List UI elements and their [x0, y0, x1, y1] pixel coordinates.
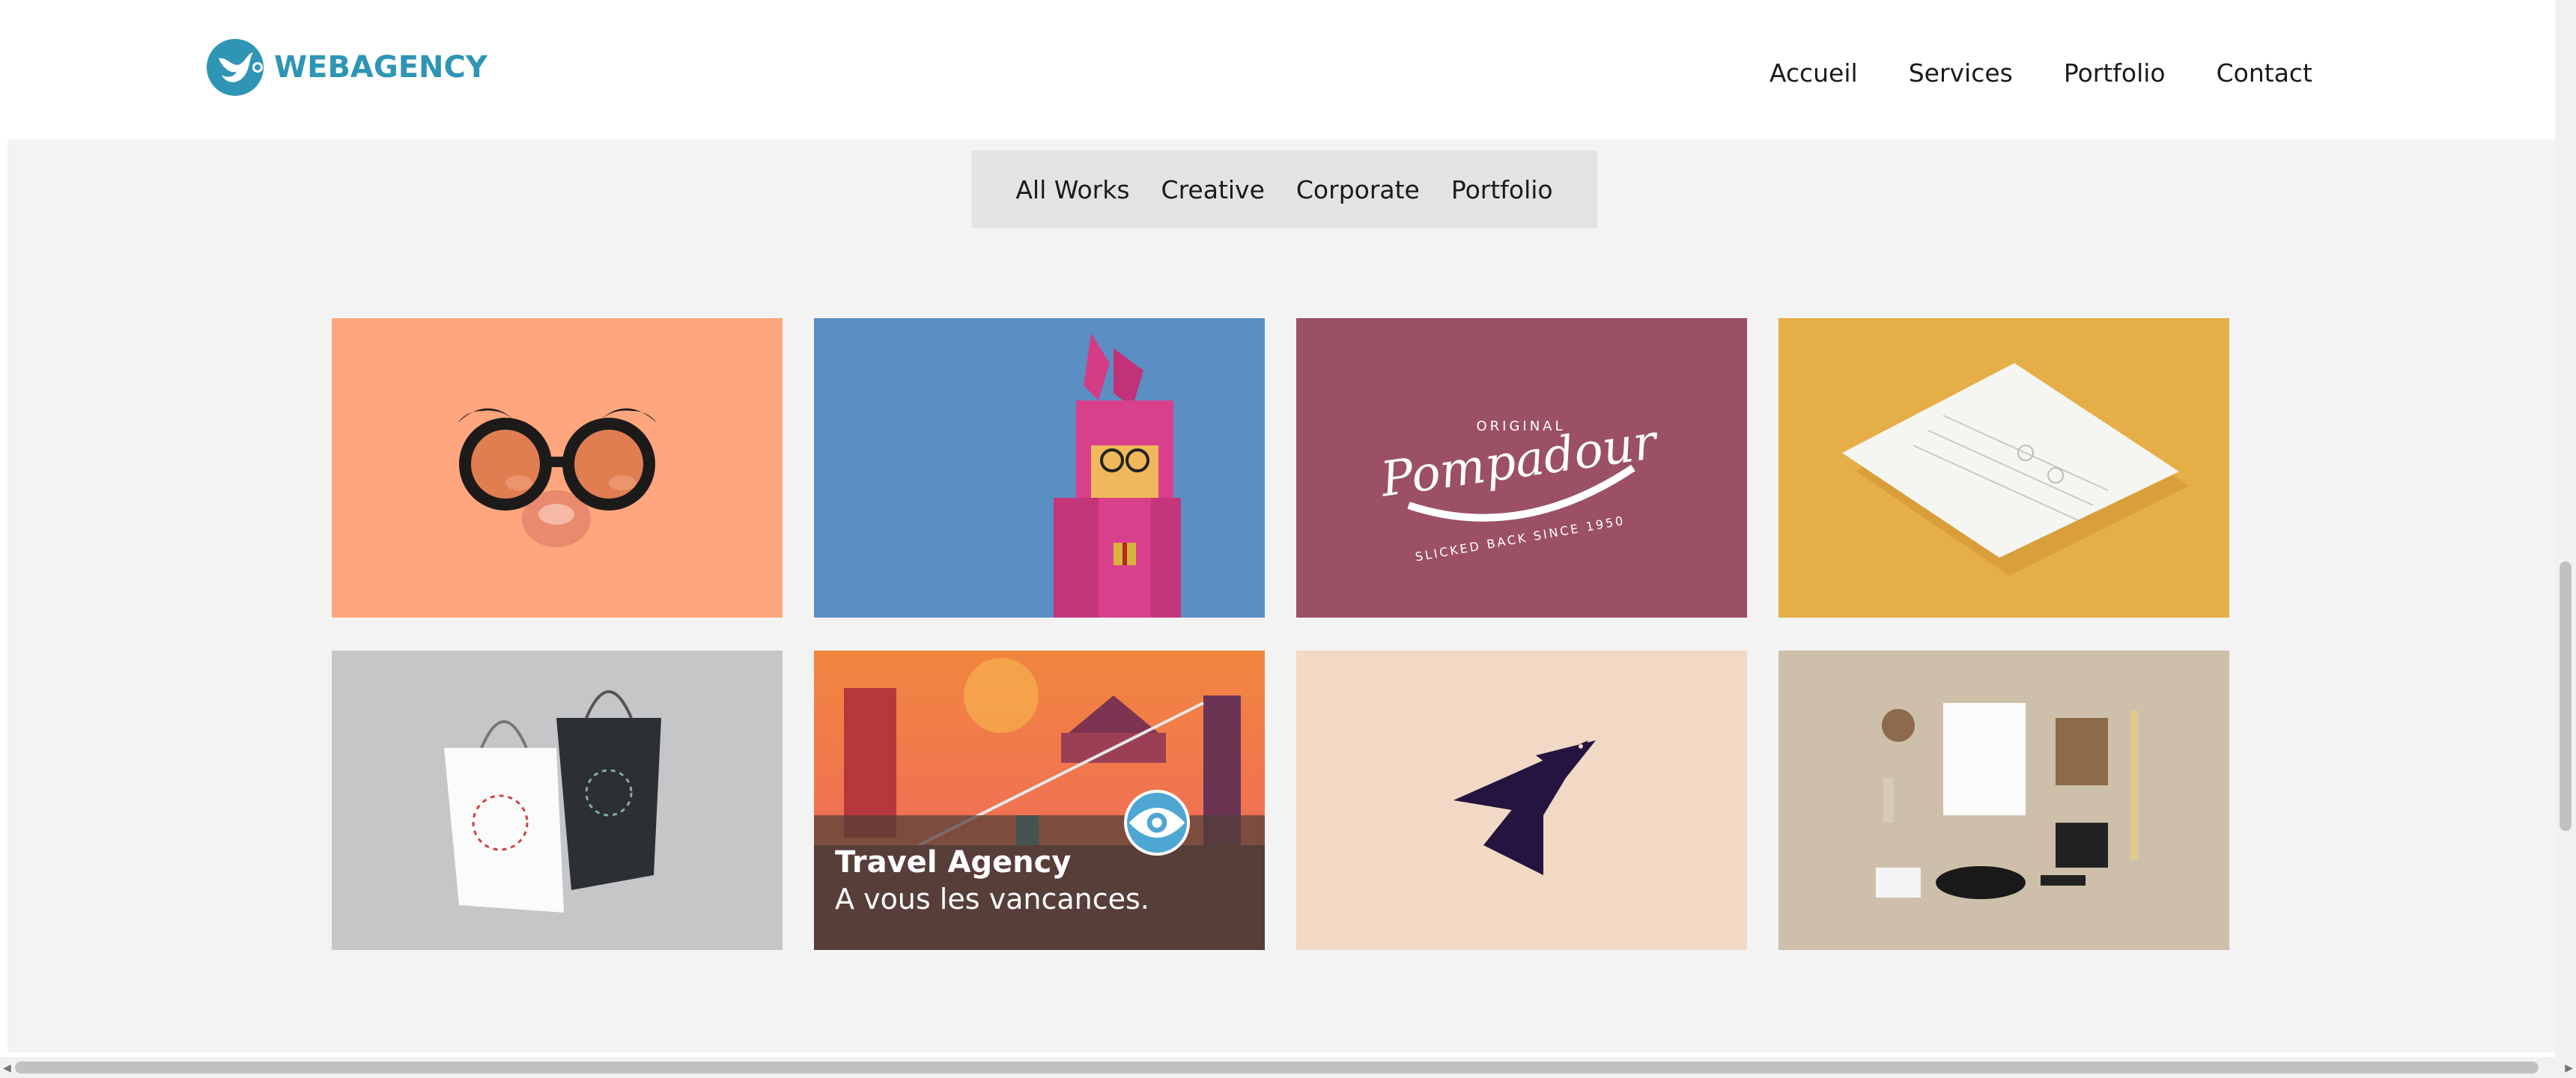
eye-icon	[1128, 808, 1185, 838]
view-item-button[interactable]	[1124, 790, 1190, 856]
portfolio-item-travel-agency[interactable]: Travel Agency A vous les vancances.	[814, 651, 1265, 950]
shopping-bags-image	[332, 651, 783, 950]
filter-all-works[interactable]: All Works	[1015, 175, 1129, 204]
scroll-left-icon[interactable]: ◀	[3, 1062, 11, 1074]
portfolio-item-stationery[interactable]	[1778, 318, 2229, 618]
nav-services[interactable]: Services	[1909, 58, 2013, 88]
vertical-scroll-thumb[interactable]	[2560, 561, 2572, 831]
portfolio-section: All Works Creative Corporate Portfolio O…	[7, 139, 2555, 1053]
nav-accueil[interactable]: Accueil	[1770, 58, 1858, 88]
nav-portfolio[interactable]: Portfolio	[2064, 58, 2166, 88]
item-title: Travel Agency	[835, 845, 1072, 880]
main-nav: Accueil Services Portfolio Contact	[1770, 58, 2312, 88]
glasses-disguise-image	[332, 318, 783, 618]
brand-name: WEBAGENCY	[274, 50, 487, 85]
bird-logo-image	[1296, 651, 1747, 950]
horizontal-scrollbar[interactable]: ◀ ▶	[0, 1057, 2576, 1078]
portfolio-item-glasses[interactable]	[332, 318, 783, 618]
site-header: WEBAGENCY Accueil Services Portfolio Con…	[0, 0, 2555, 139]
horizontal-scroll-thumb[interactable]	[15, 1062, 2539, 1074]
pompadour-logo-image: ORIGINAL Pompadour SLICKED BACK SINCE 19…	[1296, 318, 1747, 618]
portfolio-item-bunny[interactable]	[814, 318, 1265, 618]
logo-icon	[205, 37, 265, 97]
stationery-paper-image	[1778, 318, 2229, 618]
item-hover-overlay: Travel Agency A vous les vancances.	[814, 815, 1265, 950]
portfolio-item-pompadour[interactable]: ORIGINAL Pompadour SLICKED BACK SINCE 19…	[1296, 318, 1747, 618]
nav-contact[interactable]: Contact	[2217, 58, 2312, 88]
pink-bunny-image	[814, 318, 1265, 618]
portfolio-filter-bar: All Works Creative Corporate Portfolio	[971, 150, 1597, 228]
filter-corporate[interactable]: Corporate	[1296, 175, 1420, 204]
vertical-scrollbar[interactable]	[2555, 0, 2576, 1057]
portfolio-item-bird[interactable]	[1296, 651, 1747, 950]
portfolio-item-bags[interactable]	[332, 651, 783, 950]
filter-portfolio[interactable]: Portfolio	[1451, 175, 1553, 204]
item-subtitle: A vous les vancances.	[835, 883, 1149, 916]
scroll-right-icon[interactable]: ▶	[2565, 1062, 2573, 1074]
portfolio-item-branding[interactable]	[1778, 651, 2229, 950]
brand-logo[interactable]: WEBAGENCY	[205, 37, 487, 97]
branding-mockup-image	[1778, 651, 2229, 950]
filter-creative[interactable]: Creative	[1161, 175, 1265, 204]
